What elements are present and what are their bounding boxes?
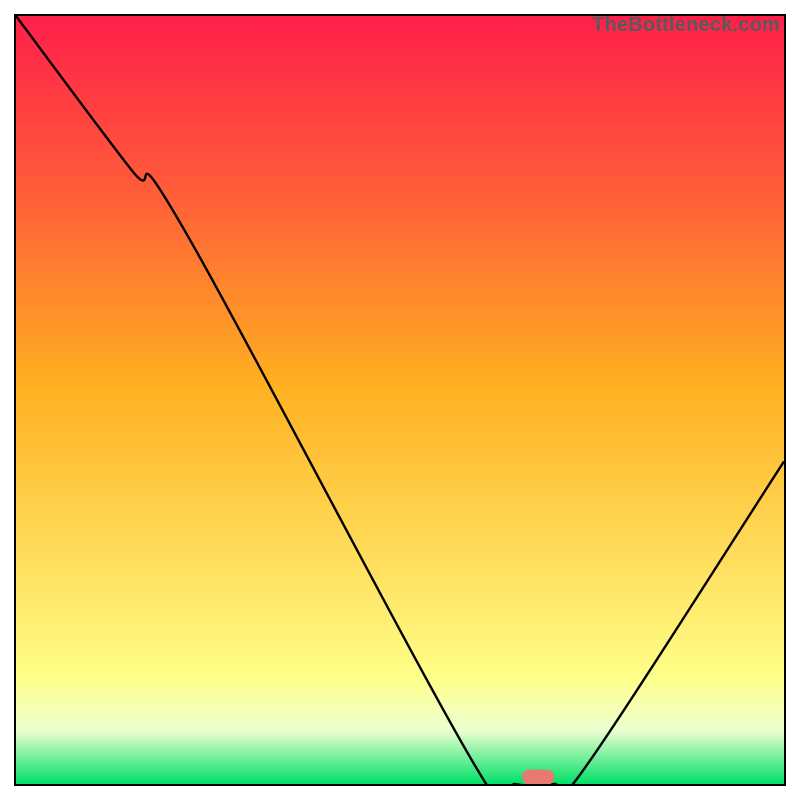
attribution-label: TheBottleneck.com [592, 14, 780, 37]
bottleneck-chart [16, 16, 784, 784]
chart-background-gradient [16, 16, 784, 784]
chart-frame [14, 14, 786, 786]
optimum-marker [523, 770, 554, 784]
